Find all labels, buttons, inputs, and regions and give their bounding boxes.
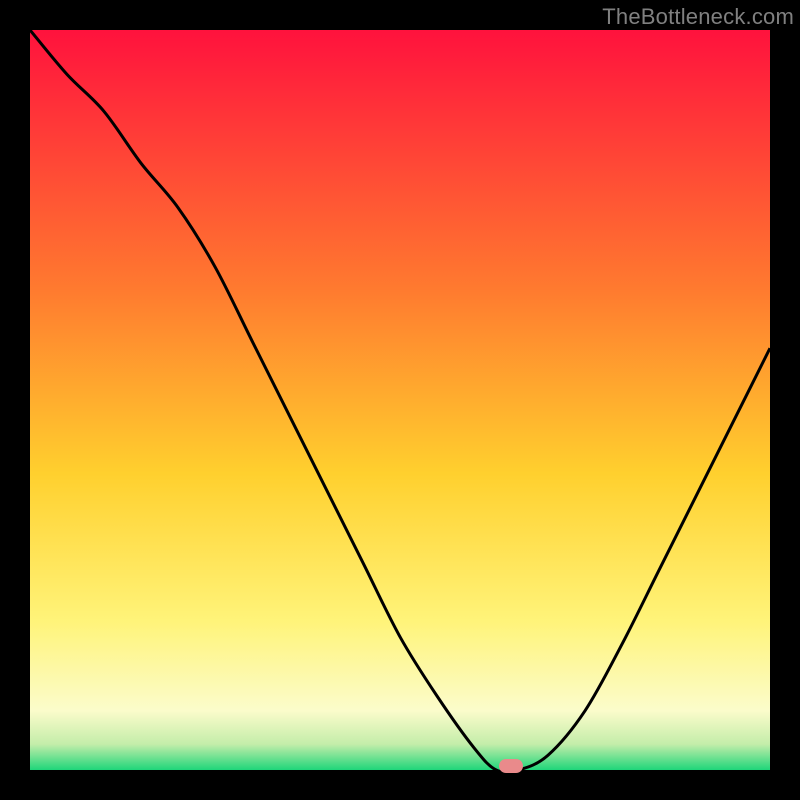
chart-marker [499, 759, 523, 773]
chart-background [30, 30, 770, 770]
chart-svg [30, 30, 770, 770]
chart-plot [30, 30, 770, 770]
attribution-text: TheBottleneck.com [602, 4, 794, 30]
chart-frame: TheBottleneck.com [0, 0, 800, 800]
